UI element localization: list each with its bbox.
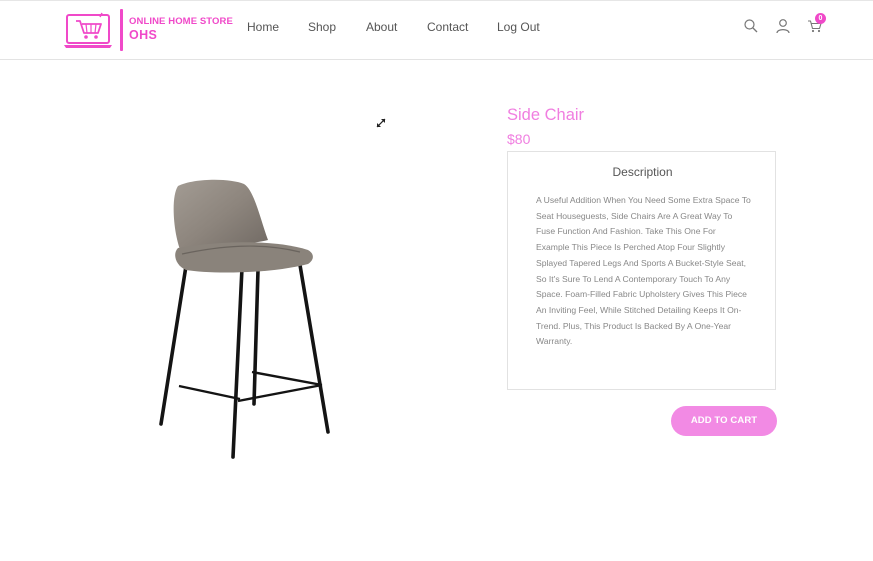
product-price: $80 xyxy=(507,131,531,147)
nav-home[interactable]: Home xyxy=(247,20,279,34)
description-text: A Useful Addition When You Need Some Ext… xyxy=(536,195,751,347)
brand-name: ONLINE HOME STORE xyxy=(129,16,233,27)
description-heading: Description xyxy=(612,165,673,179)
shopping-cart-laptop-logo-icon xyxy=(64,12,112,48)
brand-logo[interactable]: ONLINE HOME STORE OHS xyxy=(64,9,234,53)
nav-log-out[interactable]: Log Out xyxy=(497,20,540,34)
logo-divider xyxy=(120,9,123,51)
nav-contact[interactable]: Contact xyxy=(427,20,468,34)
add-to-cart-button[interactable]: ADD TO CART xyxy=(671,406,777,436)
brand-abbreviation: OHS xyxy=(129,28,158,42)
side-chair-image xyxy=(159,179,330,459)
user-icon[interactable] xyxy=(775,18,791,34)
nav-shop[interactable]: Shop xyxy=(308,20,336,34)
product-title: Side Chair xyxy=(507,106,585,124)
site-header: ONLINE HOME STORE OHS Home Shop About Co… xyxy=(0,1,873,60)
search-icon[interactable] xyxy=(743,18,759,34)
description-box: Description A Useful Addition When You N… xyxy=(507,151,776,390)
expand-icon[interactable] xyxy=(375,117,387,129)
cart-count-badge: 0 xyxy=(815,13,826,24)
nav-about[interactable]: About xyxy=(366,20,397,34)
